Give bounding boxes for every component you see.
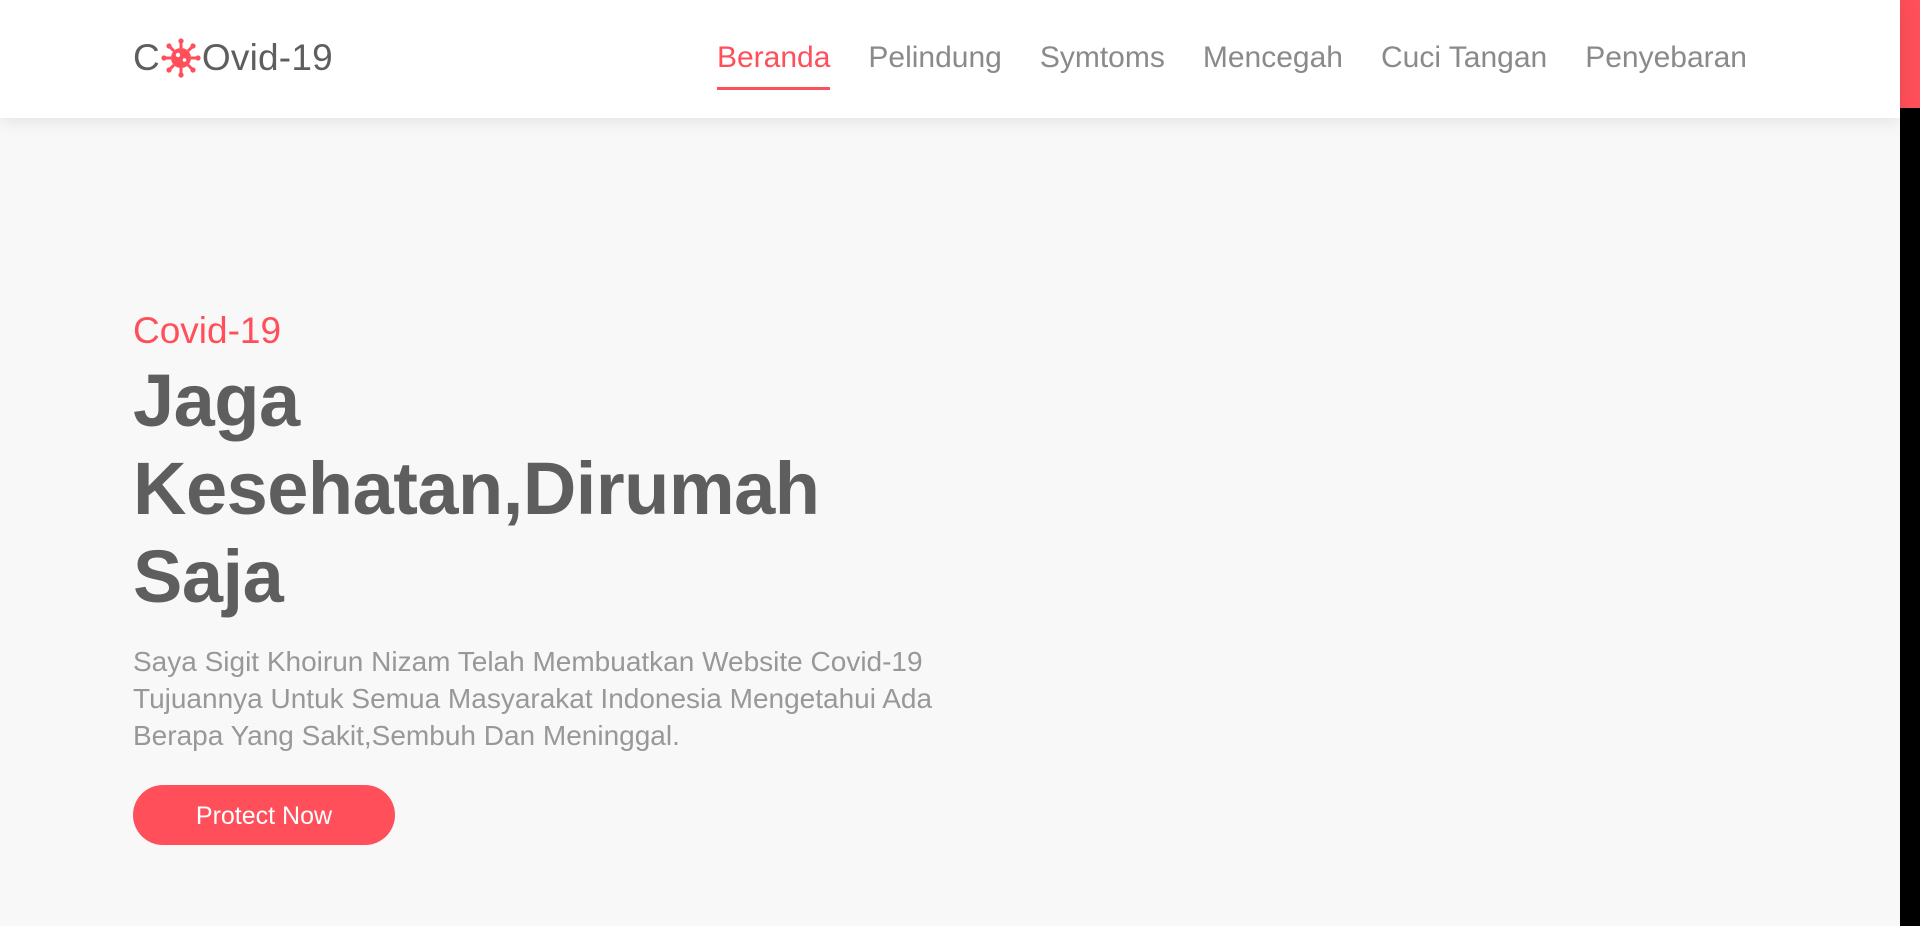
page-scrollbar[interactable] — [1900, 0, 1920, 926]
main-nav: Beranda Pelindung Symtoms Mencegah Cuci … — [679, 34, 1747, 90]
nav-item-symtoms[interactable]: Symtoms — [1040, 34, 1165, 82]
hero-title-line-2: Kesehatan,Dirumah Saja — [133, 447, 820, 618]
nav-item-mencegah[interactable]: Mencegah — [1203, 34, 1343, 82]
hero-section: Covid-19 Jaga Kesehatan,Dirumah Saja Say… — [133, 305, 963, 845]
scrollbar-thumb[interactable] — [1900, 0, 1920, 108]
site-logo[interactable]: C Ovid-19 — [133, 34, 333, 82]
hero-title: Jaga Kesehatan,Dirumah Saja — [133, 357, 963, 621]
nav-item-cuci-tangan[interactable]: Cuci Tangan — [1381, 34, 1547, 82]
logo-prefix: C — [133, 37, 160, 78]
site-header: C Ovid-19 Beranda Pelindung Symtoms Menc… — [0, 0, 1900, 118]
virus-icon — [161, 38, 201, 78]
hero-eyebrow: Covid-19 — [133, 310, 282, 351]
page: C Ovid-19 Beranda Pelindung Symtoms Menc… — [0, 0, 1920, 926]
logo-suffix: Ovid-19 — [201, 37, 333, 78]
nav-item-penyebaran[interactable]: Penyebaran — [1585, 34, 1747, 82]
protect-now-button[interactable]: Protect Now — [133, 785, 395, 845]
hero-title-line-1: Jaga — [133, 359, 300, 442]
nav-item-pelindung[interactable]: Pelindung — [868, 34, 1001, 82]
nav-item-beranda[interactable]: Beranda — [716, 34, 831, 90]
hero-description: Saya Sigit Khoirun Nizam Telah Membuatka… — [133, 646, 933, 751]
